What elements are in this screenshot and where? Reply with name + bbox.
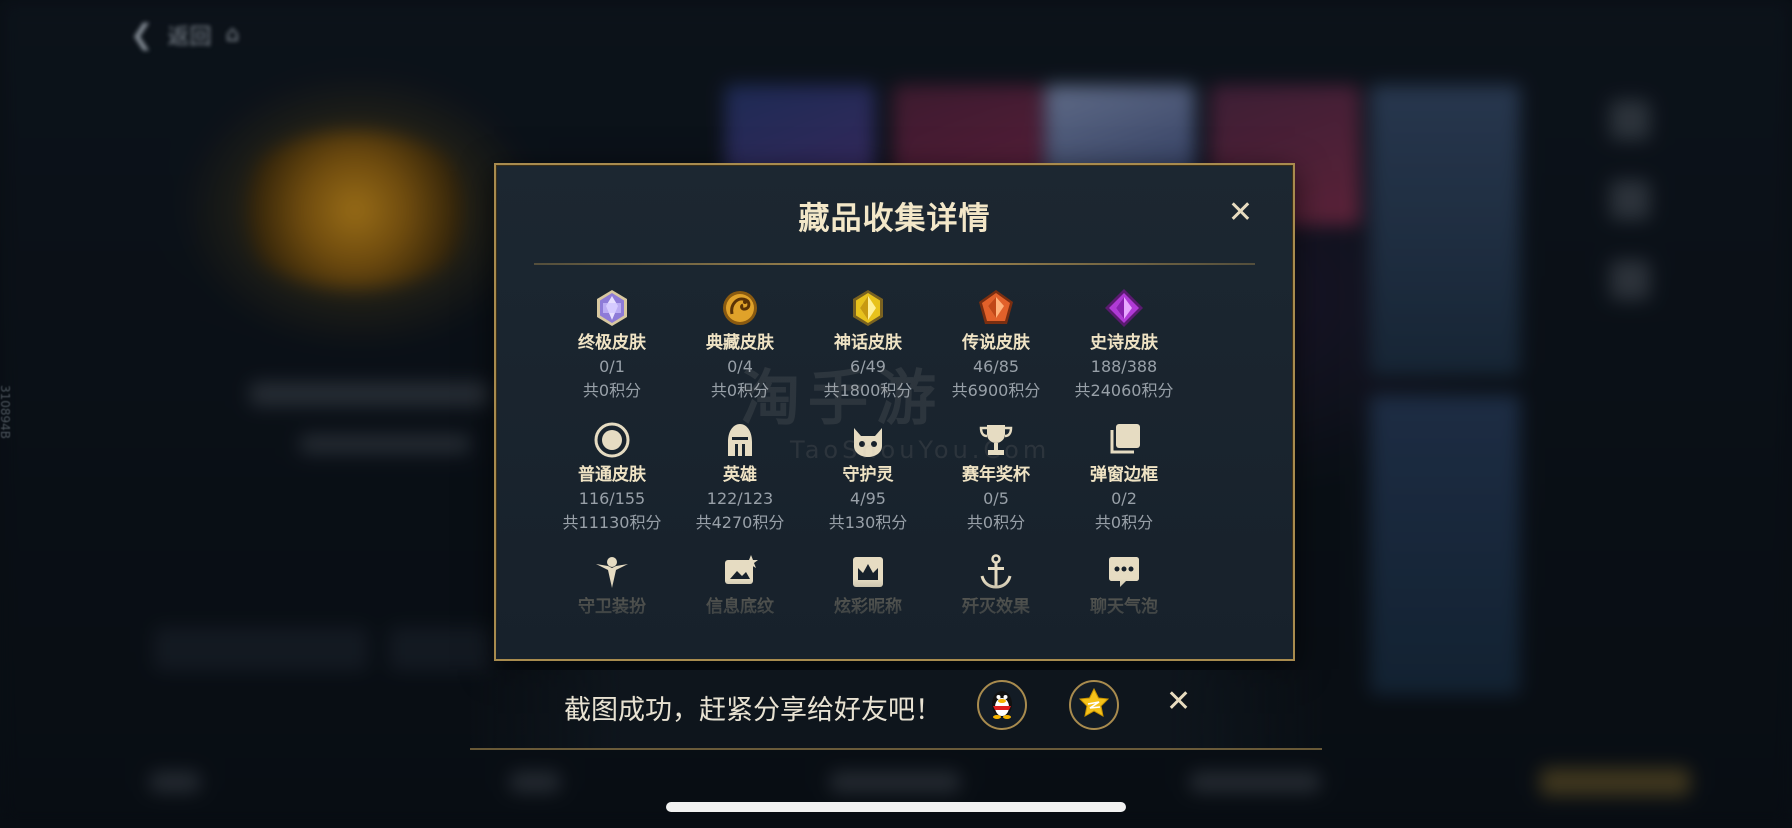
collection-item-normal-skin[interactable]: 普通皮肤 116/155 共11130积分 [548,419,676,535]
annihilation-effect-icon [975,551,1017,593]
item-count: 0/5 [983,489,1009,508]
collection-item-annihilation-effect[interactable]: 歼灭效果 [932,551,1060,619]
item-name: 普通皮肤 [578,465,646,485]
item-points: 共24060积分 [1074,381,1174,400]
item-name: 聊天气泡 [1090,597,1158,617]
modal-title: 藏品收集详情 [798,201,991,237]
qzone-star-icon [1078,687,1110,723]
chevron-left-icon: ❮ [130,18,154,51]
popup-frame-icon [1103,419,1145,461]
item-name: 传说皮肤 [962,333,1030,353]
collection-item-guard-outfit[interactable]: 守卫装扮 [548,551,676,619]
colorful-nickname-icon [847,551,889,593]
title-divider [534,263,1255,265]
item-name: 英雄 [723,465,757,485]
item-name: 终极皮肤 [578,333,646,353]
collection-item-info-texture[interactable]: 信息底纹 [676,551,804,619]
item-name: 弹窗边框 [1090,465,1158,485]
back-navigation[interactable]: ❮ 返回 ⌂ [130,18,239,51]
share-close-button[interactable]: ✕ [1166,684,1191,719]
chat-bubble-icon [1103,551,1145,593]
collection-item-colorful-nickname[interactable]: 炫彩昵称 [804,551,932,619]
item-name: 赛年奖杯 [962,465,1030,485]
qq-share-button[interactable] [977,680,1027,730]
back-label: 返回 [167,24,212,50]
item-points: 共0积分 [1094,513,1154,532]
modal-close-button[interactable]: ✕ [1228,195,1253,230]
info-texture-icon [719,551,761,593]
item-name: 歼灭效果 [962,597,1030,617]
share-message: 截图成功，赶紧分享给好友吧！ [564,695,942,726]
item-count: 46/85 [972,357,1020,376]
collection-item-chat-bubble[interactable]: 聊天气泡 [1060,551,1188,619]
ultimate-skin-gem-icon [591,287,633,329]
item-points: 共11130积分 [562,513,662,532]
epic-skin-gem-icon [1103,287,1145,329]
item-count: 0/2 [1111,489,1137,508]
share-bar: 截图成功，赶紧分享给好友吧！ ✕ [470,670,1322,750]
item-points: 共6900积分 [951,381,1041,400]
item-count: 0/1 [599,357,625,376]
collection-skin-dragon-icon [719,287,761,329]
watermark-text: 淘手游 [740,364,944,434]
item-points: 共0积分 [966,513,1026,532]
qq-penguin-icon [987,687,1017,723]
mythic-skin-gem-icon [847,287,889,329]
guard-outfit-icon [591,551,633,593]
item-count: 116/155 [578,489,646,508]
item-name: 信息底纹 [706,597,774,617]
legend-skin-gem-icon [975,287,1017,329]
home-indicator[interactable] [666,802,1126,812]
collection-item-popup-frame[interactable]: 弹窗边框 0/2 共0积分 [1060,419,1188,535]
item-points: 共4270积分 [695,513,785,532]
item-name: 炫彩昵称 [834,597,902,617]
collection-item-ultimate-skin[interactable]: 终极皮肤 0/1 共0积分 [548,287,676,403]
item-count: 122/123 [706,489,774,508]
item-name: 史诗皮肤 [1090,333,1158,353]
qzone-share-button[interactable] [1069,680,1119,730]
item-points: 共0积分 [582,381,642,400]
item-count: 188/388 [1090,357,1158,376]
side-id-text: 310894B [0,384,13,440]
item-name: 守卫装扮 [578,597,646,617]
normal-skin-ring-icon [591,419,633,461]
item-points: 共130积分 [828,513,908,532]
item-count: 4/95 [850,489,886,508]
home-icon[interactable]: ⌂ [225,22,239,47]
collection-item-epic-skin[interactable]: 史诗皮肤 188/388 共24060积分 [1060,287,1188,403]
item-name: 守护灵 [842,465,894,485]
watermark-url: TaoShouYou.Com [790,436,1051,464]
collection-item-legend-skin[interactable]: 传说皮肤 46/85 共6900积分 [932,287,1060,403]
